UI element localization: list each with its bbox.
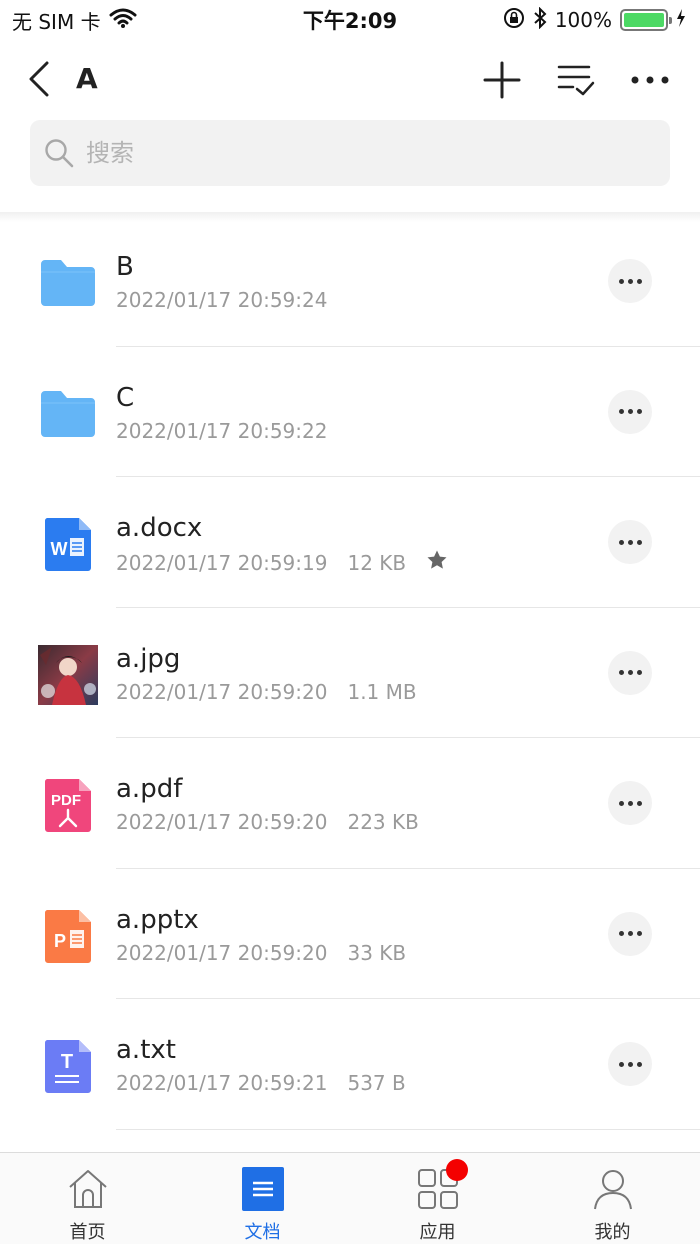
status-right: 100% — [503, 6, 686, 34]
wifi-icon — [109, 8, 137, 33]
status-bar: 无 SIM 卡 下午2:09 100% — [0, 0, 700, 40]
back-button[interactable] — [22, 58, 56, 100]
search-input[interactable] — [86, 139, 646, 167]
txt-icon-glyph: T — [61, 1051, 73, 1073]
search-icon — [45, 139, 74, 168]
checklist-icon — [557, 65, 595, 96]
notification-badge — [446, 1159, 468, 1181]
folder-icon — [38, 253, 98, 313]
file-name: B — [116, 252, 134, 282]
image-thumbnail-icon — [38, 644, 98, 705]
battery-icon — [620, 9, 672, 31]
row-more-button[interactable] — [608, 781, 652, 825]
pdf-icon-glyph: PDF — [51, 792, 81, 809]
ppt-icon-glyph: P — [54, 931, 66, 951]
tab-label: 应用 — [419, 1222, 456, 1243]
tab-label: 首页 — [69, 1222, 106, 1243]
pdf-file-icon: PDF — [38, 775, 98, 835]
file-name: a.pptx — [116, 904, 199, 935]
file-size: 33 KB — [347, 940, 407, 965]
nav-actions — [478, 56, 674, 104]
file-meta: 2022/01/17 20:59:19 12 KB — [116, 549, 448, 576]
word-icon-glyph: W — [51, 539, 68, 559]
tab-profile[interactable]: 我的 — [525, 1153, 700, 1244]
carrier-label: 无 SIM 卡 — [12, 9, 101, 34]
file-meta: 2022/01/17 20:59:24 — [116, 288, 327, 312]
file-date: 2022/01/17 20:59:20 — [116, 940, 328, 965]
file-date: 2022/01/17 20:59:22 — [116, 418, 328, 443]
more-icon — [631, 76, 669, 84]
file-name: a.pdf — [116, 774, 183, 804]
ppt-file-icon: P — [38, 906, 98, 966]
file-date: 2022/01/17 20:59:20 — [116, 679, 328, 704]
file-size: 12 KB — [347, 550, 407, 575]
file-meta: 2022/01/17 20:59:21 537 B — [116, 1071, 406, 1095]
file-row-c[interactable]: C 2022/01/17 20:59:22 — [0, 347, 700, 477]
row-divider — [116, 1128, 700, 1130]
file-row-docx[interactable]: W a.docx 2022/01/17 20:59:19 12 KB — [0, 477, 700, 608]
page-title: A — [76, 62, 98, 95]
file-name: a.jpg — [116, 643, 181, 674]
file-list: B 2022/01/17 20:59:24 C 2022/01/17 20:59… — [0, 216, 700, 1130]
file-name: a.docx — [116, 513, 203, 543]
back-chevron-icon — [29, 61, 49, 97]
file-row-jpg[interactable]: a.jpg 2022/01/17 20:59:20 1.1 MB — [0, 608, 700, 738]
battery-percent: 100% — [554, 8, 612, 32]
tab-apps[interactable]: 应用 — [350, 1153, 525, 1244]
add-button[interactable] — [478, 56, 526, 104]
charging-icon — [676, 8, 686, 32]
row-more-button[interactable] — [608, 520, 652, 564]
nav-bar: A — [0, 48, 700, 110]
file-row-txt[interactable]: T a.txt 2022/01/17 20:59:21 537 B — [0, 999, 700, 1130]
tab-bar: 首页 文档 应用 我的 — [0, 1152, 700, 1244]
tab-documents[interactable]: 文档 — [175, 1153, 350, 1244]
file-date: 2022/01/17 20:59:19 — [116, 550, 328, 575]
file-date: 2022/01/17 20:59:21 — [116, 1071, 328, 1095]
row-more-button[interactable] — [608, 1042, 652, 1086]
row-more-button[interactable] — [608, 911, 652, 956]
folder-icon — [38, 384, 98, 444]
file-name: a.txt — [116, 1035, 176, 1065]
txt-file-icon: T — [38, 1036, 98, 1096]
document-icon — [239, 1165, 287, 1212]
tab-label: 文档 — [244, 1222, 281, 1243]
file-row-pptx[interactable]: P a.pptx 2022/01/17 20:59:20 33 KB — [0, 869, 700, 999]
search-bar[interactable] — [30, 120, 670, 186]
bluetooth-icon — [533, 6, 547, 34]
home-icon — [64, 1165, 112, 1212]
plus-icon — [483, 61, 521, 99]
star-icon — [426, 549, 448, 576]
file-row-pdf[interactable]: PDF a.pdf 2022/01/17 20:59:20 223 KB — [0, 738, 700, 869]
file-name: C — [116, 382, 135, 413]
file-meta: 2022/01/17 20:59:20 1.1 MB — [116, 680, 417, 704]
file-date: 2022/01/17 20:59:24 — [116, 288, 328, 312]
profile-icon — [589, 1165, 637, 1212]
word-file-icon: W — [38, 514, 98, 574]
status-left: 无 SIM 卡 — [12, 6, 137, 35]
tab-home[interactable]: 首页 — [0, 1153, 175, 1244]
file-date: 2022/01/17 20:59:20 — [116, 810, 328, 834]
file-meta: 2022/01/17 20:59:22 — [116, 419, 327, 443]
row-more-button[interactable] — [608, 650, 652, 695]
more-options-button[interactable] — [626, 56, 674, 104]
file-size: 223 KB — [347, 810, 419, 834]
file-size: 537 B — [347, 1071, 406, 1095]
file-size: 1.1 MB — [347, 679, 417, 704]
tab-label: 我的 — [594, 1222, 631, 1243]
row-more-button[interactable] — [608, 259, 652, 303]
file-meta: 2022/01/17 20:59:20 33 KB — [116, 941, 406, 965]
file-row-b[interactable]: B 2022/01/17 20:59:24 — [0, 216, 700, 347]
file-meta: 2022/01/17 20:59:20 223 KB — [116, 810, 419, 834]
rotation-lock-icon — [503, 7, 525, 34]
multi-select-button[interactable] — [552, 56, 600, 104]
row-more-button[interactable] — [608, 389, 652, 434]
